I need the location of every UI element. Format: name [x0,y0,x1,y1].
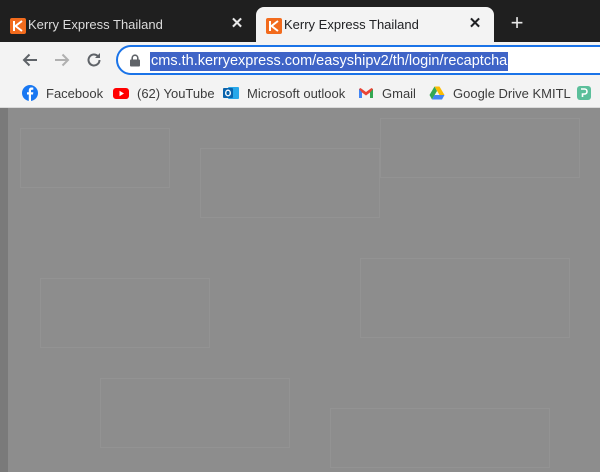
bookmark-label: Google Drive KMITL [453,85,571,101]
bookmark-gmail[interactable]: Gmail [358,83,416,103]
tab-strip: Kerry Express Thailand ✕ Kerry Express T… [0,0,600,42]
bookmark-overflow[interactable] [576,83,600,103]
bookmark-google-drive[interactable]: Google Drive KMITL [429,83,571,103]
tab-close-icon[interactable]: ✕ [466,15,484,33]
background-pattern [330,408,550,468]
reload-icon [87,53,101,67]
content-edge [0,108,8,472]
forward-arrow-icon [55,53,70,67]
reload-button[interactable] [82,48,106,72]
tab-title: Kerry Express Thailand [284,17,419,32]
background-pattern [40,278,210,348]
forward-button[interactable] [50,48,74,72]
outlook-icon [223,85,239,101]
bookmark-outlook[interactable]: Microsoft outlook [223,83,345,103]
back-button[interactable] [18,48,42,72]
kerry-express-favicon-icon [10,18,26,34]
back-arrow-icon [22,53,37,67]
bookmark-facebook[interactable]: Facebook [22,83,103,103]
bookmark-label: Facebook [46,85,104,101]
background-pattern [200,148,380,218]
bookmark-app-icon [576,85,592,101]
tab-kerry-express-1[interactable]: Kerry Express Thailand ✕ [0,7,256,42]
facebook-icon [22,85,38,101]
bookmark-youtube[interactable]: (62) YouTube [113,83,215,103]
page-content [0,108,600,472]
gmail-icon [358,85,374,101]
tab-kerry-express-2[interactable]: Kerry Express Thailand ✕ [256,7,494,42]
bookmark-label: (62) YouTube [137,85,215,101]
url-text[interactable]: cms.th.kerryexpress.com/easyshipv2/th/lo… [150,52,509,71]
youtube-icon [113,85,129,101]
tab-close-icon[interactable]: ✕ [228,15,246,33]
new-tab-button[interactable]: + [506,12,528,34]
browser-toolbar: cms.th.kerryexpress.com/easyshipv2/th/lo… [0,42,600,78]
google-drive-icon [429,85,445,101]
background-pattern [360,258,570,338]
address-bar[interactable]: cms.th.kerryexpress.com/easyshipv2/th/lo… [116,45,600,75]
tab-title: Kerry Express Thailand [28,17,163,32]
background-pattern [20,128,170,188]
bookmarks-bar: Facebook (62) YouTube Microsoft outlook … [0,78,600,108]
background-pattern [380,118,580,178]
bookmark-label: Gmail [382,85,416,101]
bookmark-label: Microsoft outlook [247,85,346,101]
background-pattern [100,378,290,448]
lock-icon [130,54,140,67]
kerry-express-favicon-icon [266,18,282,34]
